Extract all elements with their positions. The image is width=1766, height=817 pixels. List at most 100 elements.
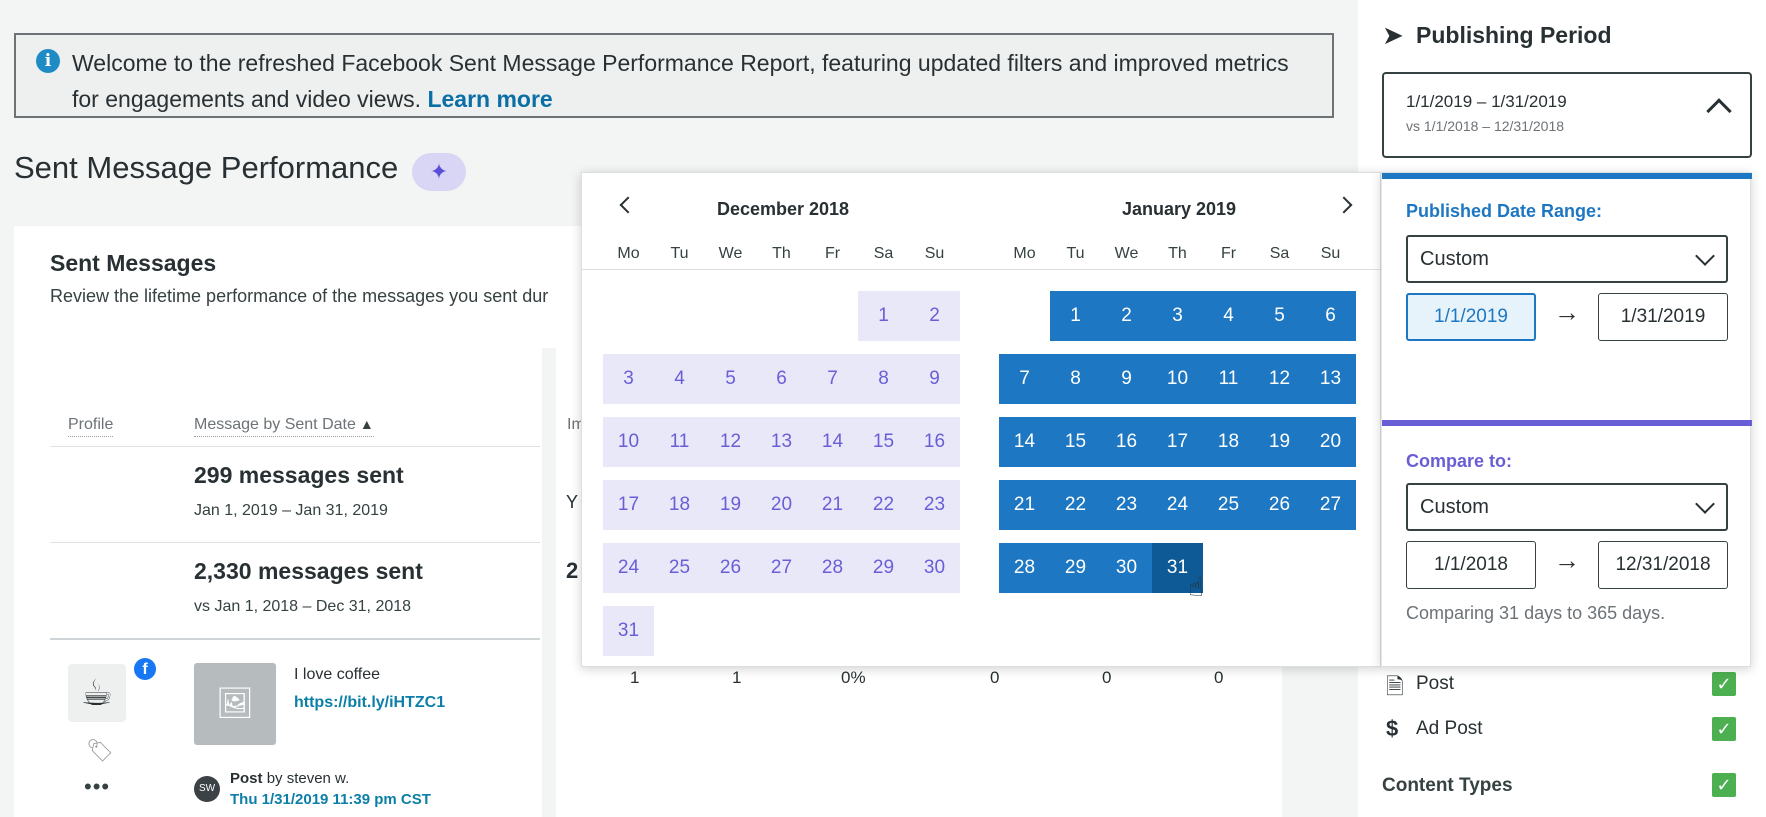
dec-day-17[interactable]: 17 [603, 480, 654, 530]
more-options-icon[interactable]: ••• [84, 774, 110, 800]
jan-day-13[interactable]: 13 [1305, 354, 1356, 404]
jan-day-22[interactable]: 22 [1050, 480, 1101, 530]
dec-day-10[interactable]: 10 [603, 417, 654, 467]
learn-more-link[interactable]: Learn more [427, 86, 552, 112]
dec-day-25[interactable]: 25 [654, 543, 705, 593]
jan-day-2[interactable]: 2 [1101, 291, 1152, 341]
dec-day-31[interactable]: 31 [603, 606, 654, 656]
dec-day-8[interactable]: 8 [858, 354, 909, 404]
dec-day-14[interactable]: 14 [807, 417, 858, 467]
weekday-tu-left: Tu [670, 245, 689, 262]
jan-day-30[interactable]: 30 [1101, 543, 1152, 593]
jan-day-19[interactable]: 19 [1254, 417, 1305, 467]
dec-day-30[interactable]: 30 [909, 543, 960, 593]
jan-day-20[interactable]: 20 [1305, 417, 1356, 467]
jan-day-26[interactable]: 26 [1254, 480, 1305, 530]
column-header-profile[interactable]: Profile [68, 416, 114, 437]
dec-day-23[interactable]: 23 [909, 480, 960, 530]
info-icon: i [36, 49, 60, 73]
chevron-right-icon[interactable] [1335, 196, 1353, 214]
jan-day-1[interactable]: 1 [1050, 291, 1101, 341]
sparkle-icon[interactable]: ✦ [412, 153, 466, 191]
published-range-select[interactable]: Custom [1406, 235, 1728, 283]
image-placeholder-icon[interactable]: 🖼 [194, 663, 276, 745]
dec-day-2[interactable]: 2 [909, 291, 960, 341]
dec-day-12[interactable]: 12 [705, 417, 756, 467]
jan-day-17[interactable]: 17 [1152, 417, 1203, 467]
chevron-left-icon[interactable] [619, 196, 637, 214]
dec-day-18[interactable]: 18 [654, 480, 705, 530]
jan-day-16[interactable]: 16 [1101, 417, 1152, 467]
date-range-panel: Published Date Range: Custom 1/1/2019 → … [1381, 172, 1752, 667]
dec-day-29[interactable]: 29 [858, 543, 909, 593]
dec-day-15[interactable]: 15 [858, 417, 909, 467]
jan-day-5[interactable]: 5 [1254, 291, 1305, 341]
post-date-link[interactable]: Thu 1/31/2019 11:39 pm CST [230, 791, 431, 808]
jan-day-6[interactable]: 6 [1305, 291, 1356, 341]
dec-day-16[interactable]: 16 [909, 417, 960, 467]
compare-start-date-input[interactable]: 1/1/2018 [1406, 541, 1536, 589]
jan-day-11[interactable]: 11 [1203, 354, 1254, 404]
filter-ad-post-checkbox[interactable]: ✓ [1712, 717, 1736, 741]
weekday-th-left: Th [772, 245, 791, 262]
summary-peek-current: Y [566, 492, 579, 512]
jan-day-18[interactable]: 18 [1203, 417, 1254, 467]
dec-day-9[interactable]: 9 [909, 354, 960, 404]
publishing-period-range: 1/1/2019 – 1/31/2019 [1406, 92, 1567, 111]
dec-day-3[interactable]: 3 [603, 354, 654, 404]
dec-day-1[interactable]: 1 [858, 291, 909, 341]
filter-post-checkbox[interactable]: ✓ [1712, 672, 1736, 696]
publishing-period-dropdown[interactable]: 1/1/2019 – 1/31/2019 vs 1/1/2018 – 12/31… [1382, 72, 1752, 158]
dec-day-27[interactable]: 27 [756, 543, 807, 593]
filter-ad-post-label: Ad Post [1416, 718, 1483, 739]
content-types-checkbox[interactable]: ✓ [1712, 773, 1736, 797]
jan-day-24[interactable]: 24 [1152, 480, 1203, 530]
column-header-message[interactable]: Message by Sent Date ▲ [194, 416, 374, 437]
weekday-mo-left: Mo [617, 245, 640, 262]
profile-avatar[interactable]: ☕ [68, 664, 126, 722]
jan-day-14[interactable]: 14 [999, 417, 1050, 467]
jan-day-3[interactable]: 3 [1152, 291, 1203, 341]
jan-day-25[interactable]: 25 [1203, 480, 1254, 530]
start-date-input[interactable]: 1/1/2019 [1406, 293, 1536, 341]
compare-end-date-input[interactable]: 12/31/2018 [1598, 541, 1728, 589]
weekday-we-right: We [1114, 245, 1139, 262]
published-range-select-value: Custom [1420, 248, 1489, 270]
post-author: Post by steven w. [230, 770, 349, 787]
jan-day-7[interactable]: 7 [999, 354, 1050, 404]
dec-day-22[interactable]: 22 [858, 480, 909, 530]
compare-range-bar [1382, 420, 1752, 426]
jan-day-27[interactable]: 27 [1305, 480, 1356, 530]
jan-day-12[interactable]: 12 [1254, 354, 1305, 404]
filter-post-label: Post [1416, 673, 1455, 694]
jan-day-23[interactable]: 23 [1101, 480, 1152, 530]
end-date-input[interactable]: 1/31/2019 [1598, 293, 1728, 341]
dec-day-26[interactable]: 26 [705, 543, 756, 593]
jan-day-15[interactable]: 15 [1050, 417, 1101, 467]
jan-day-8[interactable]: 8 [1050, 354, 1101, 404]
compare-range-select[interactable]: Custom [1406, 483, 1728, 531]
dec-day-11[interactable]: 11 [654, 417, 705, 467]
message-link[interactable]: https://bit.ly/iHTZC1 [294, 694, 445, 712]
dec-day-7[interactable]: 7 [807, 354, 858, 404]
message-text: I love coffee [294, 666, 380, 683]
tag-icon[interactable]: 🏷 [86, 738, 114, 764]
jan-day-21[interactable]: 21 [999, 480, 1050, 530]
jan-day-10[interactable]: 10 [1152, 354, 1203, 404]
metric-cell: 0 [990, 668, 1000, 687]
published-range-label: Published Date Range: [1406, 201, 1603, 221]
dec-day-13[interactable]: 13 [756, 417, 807, 467]
summary-sub-compare: vs Jan 1, 2018 – Dec 31, 2018 [194, 598, 412, 615]
dec-day-6[interactable]: 6 [756, 354, 807, 404]
jan-day-28[interactable]: 28 [999, 543, 1050, 593]
jan-day-9[interactable]: 9 [1101, 354, 1152, 404]
dec-day-5[interactable]: 5 [705, 354, 756, 404]
jan-day-29[interactable]: 29 [1050, 543, 1101, 593]
dec-day-4[interactable]: 4 [654, 354, 705, 404]
jan-day-4[interactable]: 4 [1203, 291, 1254, 341]
dec-day-24[interactable]: 24 [603, 543, 654, 593]
dec-day-19[interactable]: 19 [705, 480, 756, 530]
dec-day-28[interactable]: 28 [807, 543, 858, 593]
dec-day-21[interactable]: 21 [807, 480, 858, 530]
dec-day-20[interactable]: 20 [756, 480, 807, 530]
